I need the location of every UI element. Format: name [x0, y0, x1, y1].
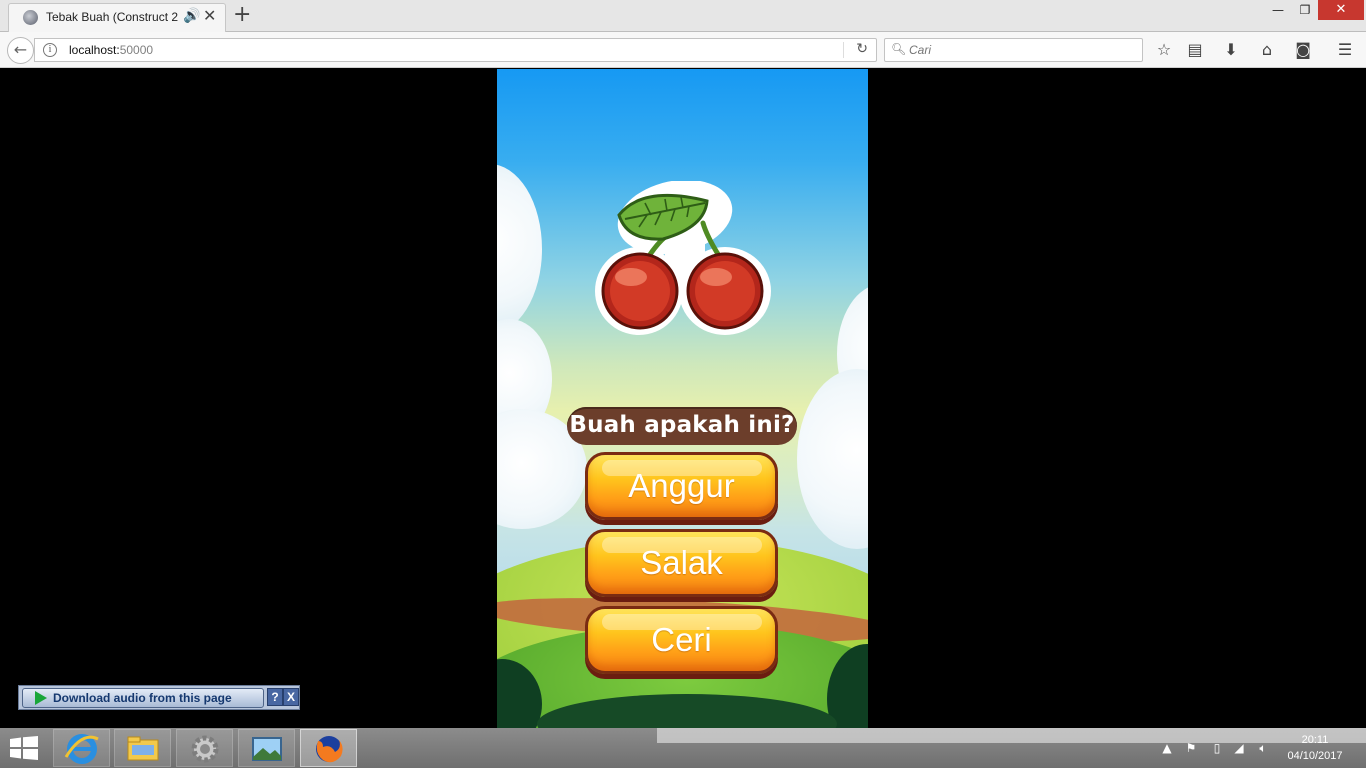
clock[interactable]: 20:11 04/10/2017	[1280, 732, 1350, 764]
tab-bar: Tebak Buah (Construct 2 🔊 ✕ + — ❐ ✕	[0, 0, 1366, 32]
url-port: 50000	[119, 43, 154, 57]
show-hidden-icons-icon[interactable]: ▲	[1158, 740, 1176, 756]
settings-taskbar-button[interactable]	[176, 729, 233, 767]
back-button[interactable]: ←	[7, 37, 34, 64]
folder-icon	[127, 736, 159, 761]
tab-title: Tebak Buah (Construct 2	[46, 10, 178, 24]
answer-button-ceri[interactable]: Ceri	[585, 606, 778, 674]
network-icon[interactable]: ◢	[1230, 740, 1248, 756]
internet-explorer-icon	[64, 734, 99, 764]
answer-label: Salak	[640, 544, 723, 581]
close-tab-icon[interactable]: ✕	[203, 6, 216, 25]
navigation-bar: ← i localhost:50000 ↻ 🔍︎ ☆ ▤ ⬇ ⌂ ◙ ☰	[0, 32, 1366, 68]
cloud-left-top	[497, 164, 542, 334]
url-bar[interactable]: i localhost:50000 ↻	[34, 38, 877, 62]
answer-label: Ceri	[651, 621, 712, 658]
menu-icon[interactable]: ☰	[1334, 40, 1356, 60]
gear-icon	[191, 735, 219, 763]
download-audio-button[interactable]: Download audio from this page	[22, 688, 264, 708]
url-text[interactable]: localhost:50000	[69, 43, 153, 57]
game-canvas[interactable]: Buah apakah ini? Anggur Salak Ceri	[497, 69, 868, 728]
info-icon[interactable]: i	[43, 43, 57, 57]
speaker-icon[interactable]: 🔊	[183, 8, 200, 24]
reload-icon[interactable]: ↻	[856, 41, 868, 57]
firefox-icon	[316, 736, 343, 763]
internet-explorer-taskbar-button[interactable]	[53, 729, 110, 767]
question-text: Buah apakah ini?	[569, 412, 795, 438]
picture-icon	[252, 737, 282, 761]
action-center-icon[interactable]: ⚑	[1182, 740, 1200, 756]
reading-list-icon[interactable]: ▤	[1184, 40, 1206, 60]
construct-favicon-icon	[23, 10, 38, 25]
cherry-icon	[595, 181, 771, 335]
new-tab-button[interactable]: +	[233, 3, 251, 27]
search-input[interactable]	[909, 42, 1129, 58]
question-label: Buah apakah ini?	[567, 407, 797, 445]
tab-tebak-buah[interactable]: Tebak Buah (Construct 2 🔊 ✕	[8, 3, 226, 32]
download-audio-toolbar: Download audio from this page ? X	[18, 685, 300, 710]
volume-icon[interactable]: 🔈︎	[1254, 740, 1272, 756]
answer-label: Anggur	[628, 467, 735, 504]
search-icon: 🔍︎	[891, 42, 907, 56]
windows-start-icon[interactable]	[10, 736, 38, 760]
file-explorer-taskbar-button[interactable]	[114, 729, 171, 767]
close-window-button[interactable]: ✕	[1318, 0, 1364, 20]
url-host: localhost:	[69, 43, 120, 57]
clock-date: 04/10/2017	[1287, 750, 1343, 762]
home-icon[interactable]: ⌂	[1256, 40, 1278, 60]
cloud-right-bottom	[797, 369, 868, 549]
page-viewport: Buah apakah ini? Anggur Salak Ceri Downl…	[0, 69, 1366, 728]
clock-time: 20:11	[1301, 734, 1329, 746]
taskbar: ▲ ⚑ ▯ ◢ 🔈︎ 20:11 04/10/2017	[0, 728, 1366, 768]
search-bar[interactable]: 🔍︎	[884, 38, 1143, 62]
download-icon[interactable]: ⬇	[1220, 40, 1242, 60]
pocket-icon[interactable]: ◙	[1292, 40, 1314, 60]
image-viewer-taskbar-button[interactable]	[238, 729, 295, 767]
firefox-taskbar-button[interactable]	[300, 729, 357, 767]
battery-icon[interactable]: ▯	[1208, 740, 1226, 756]
download-audio-label: Download audio from this page	[53, 691, 232, 705]
close-toolbar-button[interactable]: X	[283, 688, 299, 706]
answer-button-anggur[interactable]: Anggur	[585, 452, 778, 520]
restore-button[interactable]: ❐	[1292, 0, 1318, 20]
help-button[interactable]: ?	[267, 688, 283, 706]
answer-button-salak[interactable]: Salak	[585, 529, 778, 597]
bookmark-star-icon[interactable]: ☆	[1153, 40, 1175, 60]
play-icon	[35, 691, 47, 705]
minimize-button[interactable]: —	[1264, 0, 1292, 20]
url-divider	[843, 42, 844, 58]
